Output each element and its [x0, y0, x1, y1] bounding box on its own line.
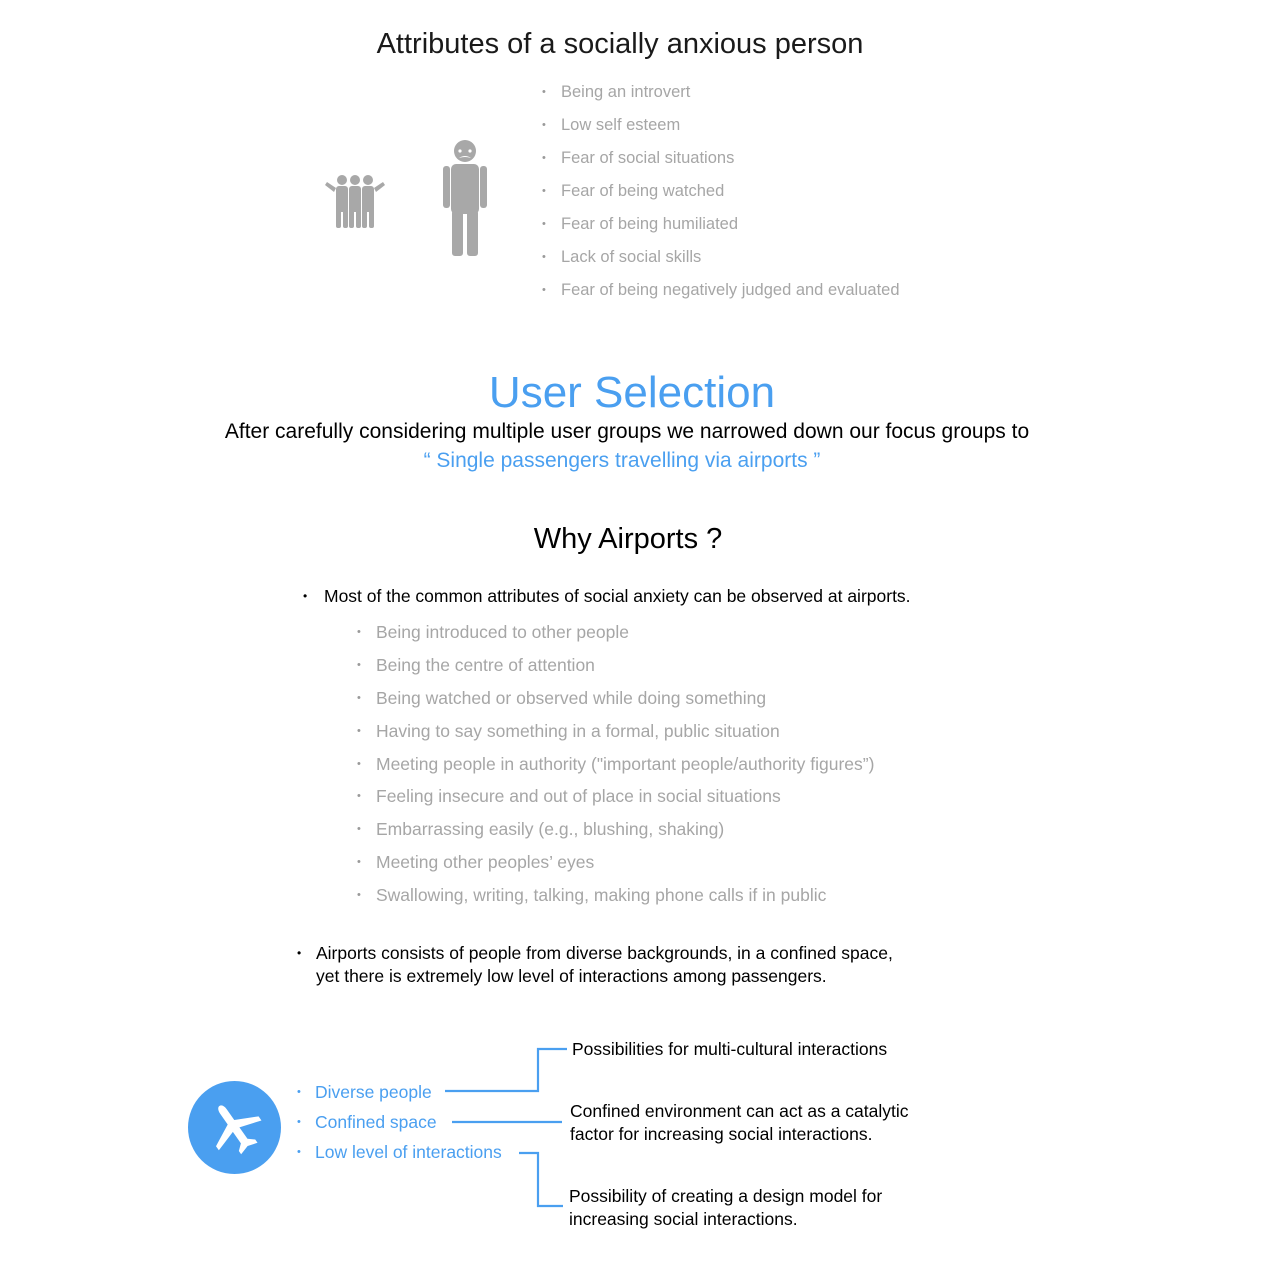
factor-confined-space: Confined space [297, 1111, 502, 1141]
list-item: Meeting people in authority ("important … [357, 753, 874, 786]
why-airports-bullet-1: • Most of the common attributes of socia… [303, 585, 911, 607]
attributes-list: Being an introvert Low self esteem Fear … [542, 80, 900, 311]
why-airports-title: Why Airports ? [533, 523, 723, 555]
outcome-catalytic: Confined environment can act as a cataly… [570, 1100, 909, 1146]
list-item: Having to say something in a formal, pub… [357, 720, 874, 753]
outcome-line: Possibilities for multi-cultural interac… [572, 1039, 888, 1059]
list-item: Being the centre of attention [357, 654, 874, 687]
factor-low-interactions: Low level of interactions [297, 1141, 502, 1171]
user-selection-text: After carefully considering multiple use… [224, 420, 1030, 443]
list-item: Fear of being humiliated [542, 212, 900, 245]
group-of-people-icon [325, 175, 385, 228]
list-item: Lack of social skills [542, 245, 900, 278]
outcome-line: Possibility of creating a design model f… [569, 1186, 883, 1206]
person-icon [443, 140, 487, 256]
list-item: Being an introvert [542, 80, 900, 113]
list-item: Swallowing, writing, talking, making pho… [357, 884, 874, 917]
list-item: Fear of being watched [542, 179, 900, 212]
list-item: Feeling insecure and out of place in soc… [357, 785, 874, 818]
bullet-text-line: yet there is extremely low level of inte… [316, 966, 827, 986]
list-item: Fear of social situations [542, 146, 900, 179]
user-selection-quote: “ Single passengers travelling via airpo… [423, 449, 821, 472]
outcome-design-model: Possibility of creating a design model f… [569, 1185, 882, 1231]
why-airports-bullet-2: • Airports consists of people from diver… [297, 942, 893, 988]
list-item: Fear of being negatively judged and eval… [542, 278, 900, 311]
outcome-line: factor for increasing social interaction… [570, 1124, 873, 1144]
list-item: Being watched or observed while doing so… [357, 687, 874, 720]
list-item: Embarrassing easily (e.g., blushing, sha… [357, 818, 874, 851]
list-item: Low self esteem [542, 113, 900, 146]
connector-low-interactions [519, 1151, 563, 1208]
outcome-line: increasing social interactions. [569, 1209, 798, 1229]
list-item: Meeting other peoples’ eyes [357, 851, 874, 884]
user-selection-title: User Selection [488, 368, 776, 417]
outcome-line: Confined environment can act as a cataly… [570, 1101, 909, 1121]
bullet-dot: • [297, 946, 302, 960]
attributes-title: Attributes of a socially anxious person [376, 28, 864, 60]
airport-factors-list: Diverse people Confined space Low level … [297, 1081, 502, 1171]
bullet-dot: • [303, 589, 308, 603]
list-item: Being introduced to other people [357, 621, 874, 654]
anxiety-situations-list: Being introduced to other people Being t… [357, 621, 874, 917]
bullet-text: Most of the common attributes of social … [324, 586, 911, 606]
airplane-icon [215, 1104, 261, 1154]
airplane-badge [188, 1081, 281, 1174]
outcome-multicultural: Possibilities for multi-cultural interac… [572, 1038, 887, 1061]
factor-diverse-people: Diverse people [297, 1081, 502, 1111]
bullet-text-line: Airports consists of people from diverse… [316, 943, 893, 963]
